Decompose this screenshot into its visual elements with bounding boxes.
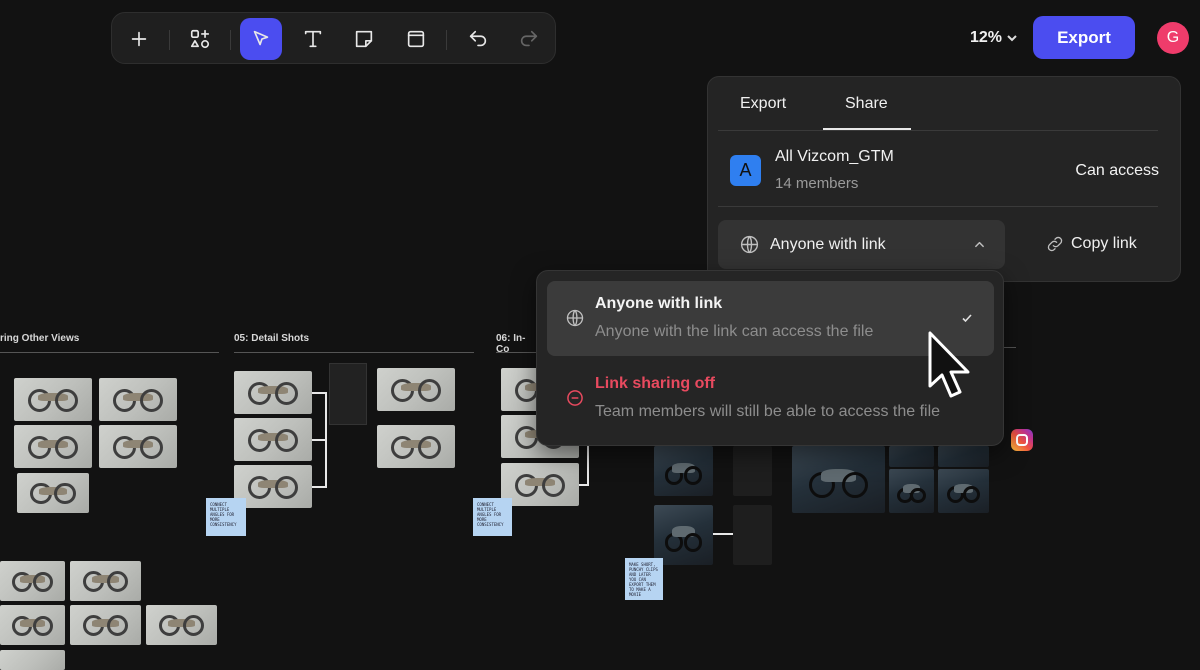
connector <box>312 439 327 441</box>
chevron-up-icon <box>975 241 984 248</box>
image-thumbnail[interactable] <box>146 605 217 645</box>
image-thumbnail[interactable] <box>14 425 92 468</box>
image-thumbnail[interactable] <box>14 378 92 421</box>
image-thumbnail[interactable] <box>0 605 65 645</box>
access-level-select[interactable]: Can access <box>1075 162 1159 180</box>
link-access-select[interactable]: Anyone with link <box>718 220 1005 269</box>
globe-icon <box>740 235 759 254</box>
frame-title[interactable]: ring Other Views <box>0 333 219 353</box>
team-member-count: 14 members <box>775 175 859 192</box>
shapes-icon <box>190 29 210 49</box>
video-thumbnail[interactable] <box>654 446 713 496</box>
video-placeholder[interactable] <box>733 505 772 565</box>
chevron-down-icon <box>1007 35 1017 42</box>
link-access-label: Anyone with link <box>770 236 886 253</box>
video-thumbnail[interactable] <box>889 446 934 467</box>
frame-divider <box>1004 347 1016 348</box>
sticky-note[interactable]: Connect multiple angles for more consist… <box>473 498 512 536</box>
avatar[interactable]: G <box>1157 22 1189 54</box>
sticky-note[interactable]: Connect multiple angles for more consist… <box>206 498 246 536</box>
text-tool-button[interactable] <box>292 18 334 60</box>
select-button[interactable] <box>240 18 282 60</box>
export-button[interactable]: Export <box>1033 16 1135 59</box>
add-button[interactable] <box>118 18 160 60</box>
image-thumbnail[interactable] <box>0 561 65 601</box>
video-thumbnail[interactable] <box>889 469 934 513</box>
instagram-icon[interactable] <box>1011 429 1033 451</box>
checkmark-icon <box>962 314 972 323</box>
sticky-note[interactable]: Make short, punchy clips and later you c… <box>625 558 663 600</box>
redo-icon <box>520 30 538 47</box>
zoom-level: 12% <box>970 29 1003 46</box>
node-panel[interactable] <box>329 363 367 425</box>
toolbar-divider <box>230 30 231 50</box>
image-thumbnail[interactable] <box>0 650 65 670</box>
team-name: All Vizcom_GTM <box>775 148 894 165</box>
option-title: Link sharing off <box>595 375 715 392</box>
toolbar-divider <box>169 30 170 50</box>
connector <box>579 440 589 486</box>
tab-export[interactable]: Export <box>740 95 786 113</box>
sticky-note-button[interactable] <box>343 18 385 60</box>
image-thumbnail[interactable] <box>501 463 579 506</box>
frame-title[interactable]: 06: In-Co <box>496 333 536 355</box>
image-thumbnail[interactable] <box>377 368 455 411</box>
toolbar <box>111 12 556 64</box>
add-icon <box>131 31 147 47</box>
video-thumbnail[interactable] <box>792 446 885 513</box>
toolbar-divider <box>446 30 447 50</box>
video-placeholder[interactable] <box>733 446 772 496</box>
image-thumbnail[interactable] <box>234 371 312 414</box>
redo-button[interactable] <box>508 18 550 60</box>
copy-link-label: Copy link <box>1071 235 1137 252</box>
minus-circle-icon <box>567 390 583 406</box>
frame-title[interactable]: 05: Detail Shots <box>234 333 474 353</box>
undo-button[interactable] <box>457 18 499 60</box>
divider <box>718 206 1158 207</box>
copy-link-button[interactable]: Copy link <box>1045 234 1137 254</box>
image-thumbnail[interactable] <box>99 425 177 468</box>
image-thumbnail[interactable] <box>70 605 141 645</box>
image-thumbnail[interactable] <box>377 425 455 468</box>
share-panel: Export Share A All Vizcom_GTM 14 members… <box>707 76 1181 282</box>
option-title: Anyone with link <box>595 295 723 312</box>
divider <box>718 130 1158 131</box>
image-thumbnail[interactable] <box>234 418 312 461</box>
video-thumbnail[interactable] <box>654 505 713 565</box>
zoom-control[interactable]: 12% <box>970 24 1018 52</box>
link-icon <box>1047 236 1063 252</box>
tab-share[interactable]: Share <box>845 95 888 113</box>
undo-icon <box>469 30 487 47</box>
video-thumbnail[interactable] <box>938 446 989 467</box>
instagram-link[interactable] <box>1004 420 1034 426</box>
select-pointer-icon <box>253 30 269 46</box>
image-thumbnail[interactable] <box>70 561 141 601</box>
text-icon <box>304 30 322 48</box>
connector <box>713 533 733 535</box>
sticky-note-icon <box>355 30 373 48</box>
frame-button[interactable] <box>395 18 437 60</box>
option-description: Anyone with the link can access the file <box>595 323 874 340</box>
mouse-cursor-icon <box>928 331 970 398</box>
globe-icon <box>566 309 584 327</box>
image-thumbnail[interactable] <box>17 473 89 513</box>
shapes-button[interactable] <box>179 18 221 60</box>
team-avatar: A <box>730 155 761 186</box>
video-thumbnail[interactable] <box>938 469 989 513</box>
image-thumbnail[interactable] <box>99 378 177 421</box>
frame-icon <box>407 30 425 48</box>
option-description: Team members will still be able to acces… <box>595 403 941 420</box>
